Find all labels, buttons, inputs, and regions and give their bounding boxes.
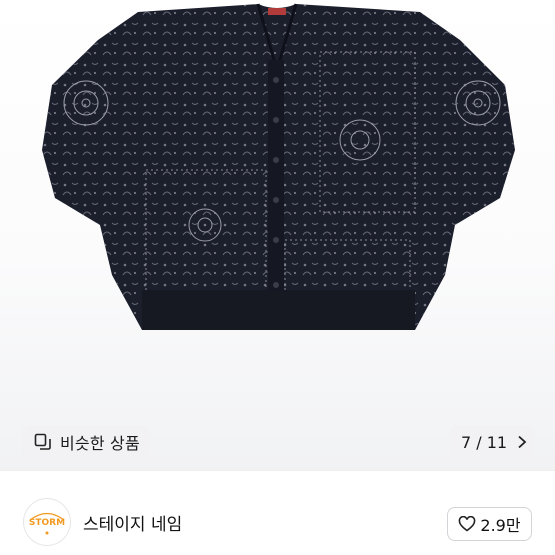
section-divider (0, 470, 555, 471)
like-button[interactable]: 2.9만 (447, 507, 532, 541)
shop-name[interactable]: 스테이지 네임 (83, 510, 182, 535)
similar-items-label: 비슷한 상품 (60, 434, 140, 453)
image-pager[interactable]: 7 / 11 (450, 425, 534, 459)
storm-logo-icon: STORM (29, 512, 65, 535)
shop-avatar[interactable]: STORM (24, 499, 70, 545)
page-counter-text: 7 / 11 (461, 432, 508, 452)
svg-text:STORM: STORM (29, 518, 65, 528)
heart-outline-icon (459, 516, 476, 532)
like-count: 2.9만 (480, 516, 521, 535)
product-image-area[interactable]: 비슷한 상품 7 / 11 (0, 0, 555, 470)
similar-items-button[interactable]: 비슷한 상품 (22, 425, 150, 459)
similar-items-icon (34, 433, 51, 450)
chevron-right-icon (518, 435, 527, 449)
product-photo (42, 3, 515, 330)
